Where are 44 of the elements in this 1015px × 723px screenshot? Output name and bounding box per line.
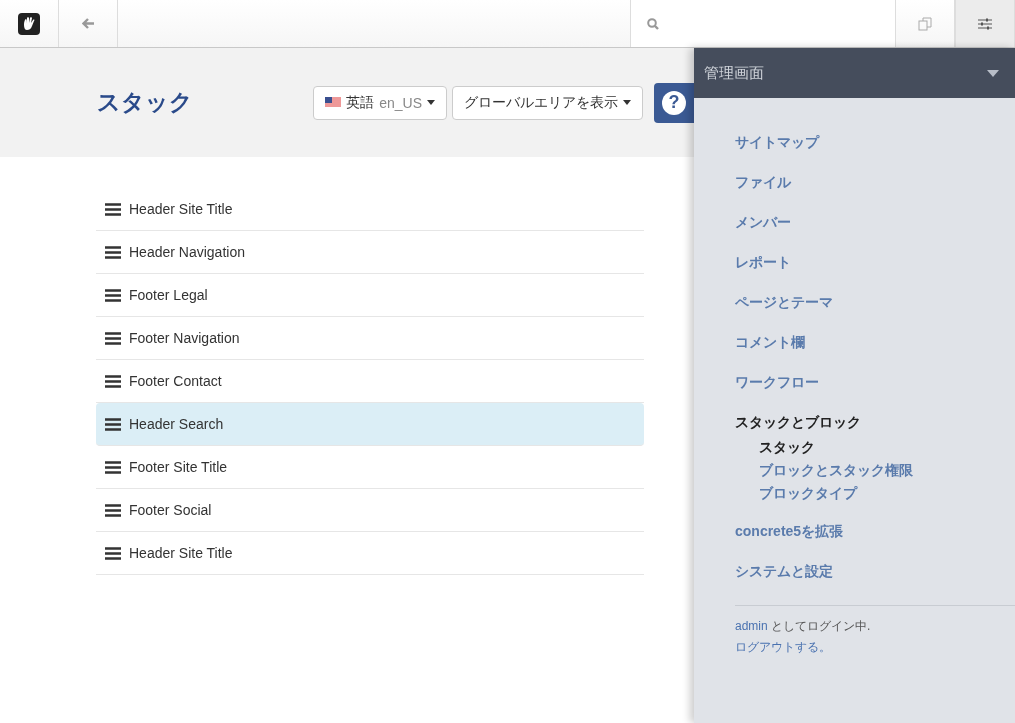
stack-name: Header Search bbox=[129, 416, 224, 432]
user-link[interactable]: admin bbox=[735, 619, 768, 633]
sidebar-title: 管理画面 bbox=[704, 63, 764, 83]
drag-handle-icon[interactable] bbox=[105, 245, 121, 259]
logo-icon[interactable] bbox=[18, 12, 40, 35]
stack-row[interactable]: Footer Site Title bbox=[96, 446, 644, 489]
stack-name: Footer Social bbox=[129, 502, 212, 518]
stack-row[interactable]: Footer Social bbox=[96, 489, 644, 532]
caret-icon bbox=[427, 100, 435, 105]
sidebar-header[interactable]: 管理画面 bbox=[694, 48, 1015, 98]
stack-name: Header Site Title bbox=[129, 545, 233, 561]
stack-name: Footer Navigation bbox=[129, 330, 240, 346]
stack-row[interactable]: Header Navigation bbox=[96, 231, 644, 274]
drag-handle-icon[interactable] bbox=[105, 503, 121, 517]
logout-link[interactable]: ログアウトする。 bbox=[735, 640, 831, 654]
flag-icon bbox=[325, 97, 342, 108]
caret-icon bbox=[987, 69, 999, 77]
sliders-icon[interactable] bbox=[978, 17, 992, 30]
login-status-text: としてログイン中. bbox=[771, 619, 871, 633]
stack-row[interactable]: Header Site Title bbox=[96, 532, 644, 575]
stack-row[interactable]: Header Site Title bbox=[96, 188, 644, 231]
stack-name: Footer Site Title bbox=[129, 459, 228, 475]
drag-handle-icon[interactable] bbox=[105, 417, 121, 431]
stack-name: Header Navigation bbox=[129, 244, 245, 260]
stack-name: Header Site Title bbox=[129, 201, 233, 217]
drag-handle-icon[interactable] bbox=[105, 202, 121, 216]
search-icon bbox=[647, 17, 659, 30]
stack-row[interactable]: Footer Legal bbox=[96, 274, 644, 317]
language-dropdown[interactable]: 英語 en_US bbox=[313, 85, 447, 120]
global-area-dropdown[interactable]: グローバルエリアを表示 bbox=[452, 85, 643, 120]
stack-name: Footer Contact bbox=[129, 373, 222, 389]
caret-icon bbox=[623, 100, 631, 105]
drag-handle-icon[interactable] bbox=[105, 374, 121, 388]
search-field[interactable] bbox=[630, 0, 895, 47]
drag-handle-icon[interactable] bbox=[105, 546, 121, 560]
drag-handle-icon[interactable] bbox=[105, 460, 121, 474]
stack-name: Footer Legal bbox=[129, 287, 208, 303]
help-button[interactable]: ? bbox=[654, 82, 694, 123]
page-title: スタック bbox=[97, 88, 194, 117]
back-arrow-icon[interactable] bbox=[81, 18, 95, 29]
stack-row[interactable]: Footer Navigation bbox=[96, 317, 644, 360]
drag-handle-icon[interactable] bbox=[105, 288, 121, 302]
stack-row[interactable]: Header Search bbox=[96, 403, 644, 446]
drag-handle-icon[interactable] bbox=[105, 331, 121, 345]
